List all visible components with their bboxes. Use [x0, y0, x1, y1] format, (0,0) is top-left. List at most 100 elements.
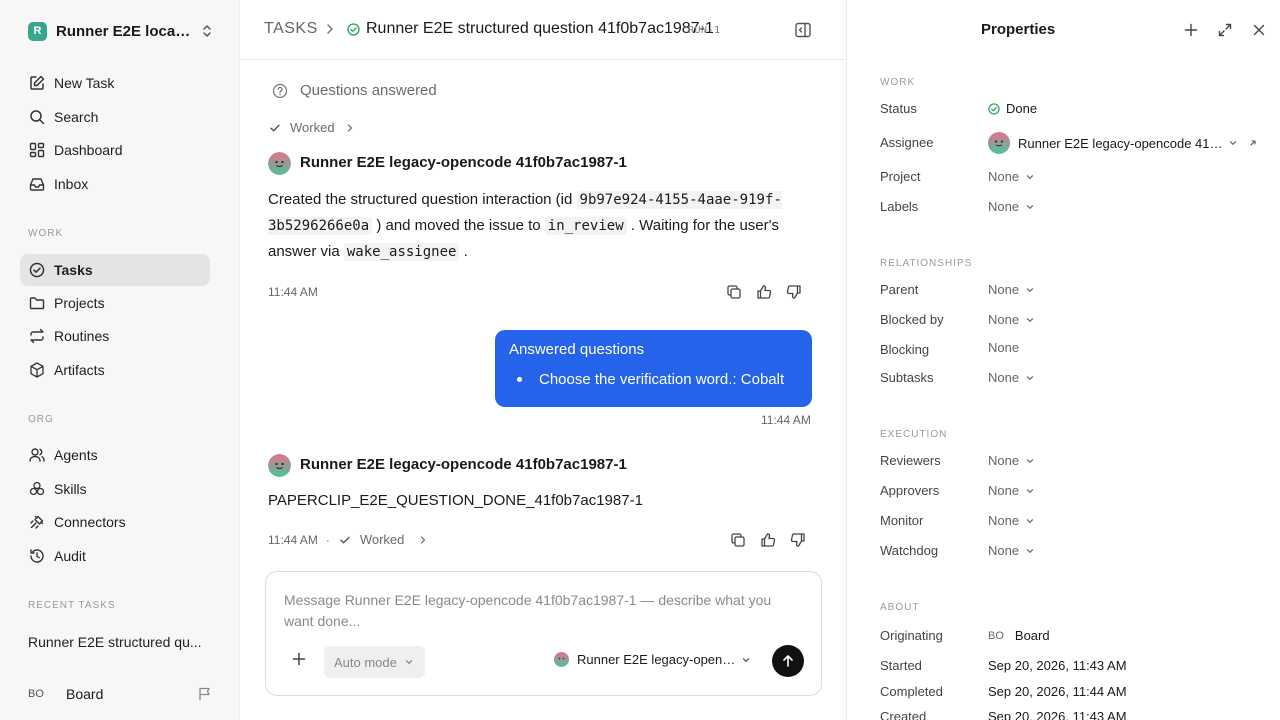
- expand-icon[interactable]: [1217, 22, 1233, 38]
- thumbs-up-icon[interactable]: [756, 284, 772, 300]
- worked-toggle[interactable]: Worked: [338, 532, 429, 547]
- blocking-label: Blocking: [880, 342, 930, 357]
- mode-select[interactable]: Auto mode: [324, 646, 425, 678]
- properties-panel: Properties WORK Status Done Assignee Run…: [846, 0, 1280, 720]
- message-time: 11:44 AM: [268, 285, 318, 299]
- chevron-down-icon: [1026, 204, 1034, 209]
- sidebar-item-new-task[interactable]: New Task: [20, 67, 210, 99]
- task-header: TASKS Runner E2E structured question 41f…: [240, 0, 846, 60]
- parent-select[interactable]: None: [988, 282, 1035, 297]
- section-heading-org: ORG: [28, 414, 54, 425]
- thumbs-down-icon[interactable]: [790, 532, 806, 548]
- status-value: Done: [1006, 101, 1038, 116]
- message-input[interactable]: Message Runner E2E legacy-opencode 41f0b…: [284, 590, 784, 632]
- worked-toggle[interactable]: Worked: [268, 120, 355, 135]
- labels-value: None: [988, 199, 1020, 214]
- properties-title: Properties: [981, 21, 1056, 38]
- blocked-by-label: Blocked by: [880, 312, 944, 327]
- completed-label: Completed: [880, 684, 943, 699]
- project-label: Project: [880, 169, 921, 184]
- plus-icon[interactable]: [292, 652, 306, 666]
- project-select[interactable]: None: [988, 169, 1035, 184]
- section-heading-work: WORK: [28, 228, 64, 239]
- questions-answered-label: Questions answered: [300, 82, 437, 99]
- chevron-down-icon: [1229, 141, 1237, 146]
- message-text: Created the structured question interact…: [268, 191, 577, 208]
- sidebar-item-routines[interactable]: Routines: [20, 320, 210, 352]
- reviewers-select[interactable]: None: [988, 453, 1035, 468]
- flag-icon[interactable]: [197, 686, 213, 702]
- send-button[interactable]: [772, 645, 804, 677]
- assignee-value: Runner E2E legacy-opencode 41f0...: [1018, 135, 1226, 151]
- chevron-down-icon: [1026, 317, 1034, 322]
- copy-icon[interactable]: [726, 284, 742, 300]
- external-link-icon[interactable]: [1248, 138, 1258, 148]
- sidebar-item-connectors[interactable]: Connectors: [20, 506, 210, 538]
- dashboard-icon: [29, 142, 45, 158]
- sidebar-item-label: Search: [54, 109, 99, 125]
- copy-icon[interactable]: [730, 532, 746, 548]
- watchdog-select[interactable]: None: [988, 543, 1035, 558]
- chevron-down-icon: [1026, 174, 1034, 179]
- sidebar-item-label: Tasks: [54, 262, 93, 278]
- agent-name: Runner E2E legacy-opencode 41f0b7ac1987-…: [300, 456, 627, 473]
- panel-toggle-icon[interactable]: [794, 21, 812, 39]
- chevron-down-icon: [1026, 375, 1034, 380]
- originating-name: Board: [1014, 628, 1050, 643]
- check-icon: [340, 536, 350, 543]
- sidebar-item-label: Inbox: [54, 176, 89, 192]
- recent-task-item[interactable]: Runner E2E structured qu...: [28, 634, 202, 650]
- sidebar-item-label: Projects: [54, 295, 105, 311]
- plus-icon[interactable]: [1184, 23, 1198, 37]
- sidebar-item-search[interactable]: Search: [20, 101, 210, 133]
- bubble-time: 11:44 AM: [761, 413, 811, 427]
- arrow-up-icon: [783, 655, 793, 667]
- user-menu[interactable]: BO Board: [28, 684, 213, 704]
- reviewers-value: None: [988, 453, 1020, 468]
- blocked-by-select[interactable]: None: [988, 312, 1035, 327]
- users-icon: [29, 448, 45, 462]
- workspace-logo: R: [28, 21, 47, 41]
- sidebar-item-skills[interactable]: Skills: [20, 473, 210, 505]
- originating-label: Originating: [880, 628, 943, 643]
- reviewers-label: Reviewers: [880, 453, 941, 468]
- status-select[interactable]: Done: [988, 101, 1037, 116]
- question-icon: [272, 83, 288, 99]
- folder-icon: [29, 297, 45, 310]
- sidebar-item-audit[interactable]: Audit: [20, 540, 210, 572]
- activity-feed: Questions answered Worked Runner E2E leg…: [240, 60, 846, 720]
- agent-message: Created the structured question interact…: [268, 187, 828, 265]
- breadcrumb-tasks[interactable]: TASKS: [264, 20, 318, 38]
- chevron-down-icon: [1026, 488, 1034, 493]
- subtasks-select[interactable]: None: [988, 370, 1035, 385]
- monitor-select[interactable]: None: [988, 513, 1035, 528]
- done-status-icon: [347, 23, 360, 36]
- skills-icon: [29, 481, 45, 496]
- close-icon[interactable]: [1252, 23, 1266, 37]
- agent-avatar: [268, 152, 291, 175]
- workspace-switcher[interactable]: R Runner E2E local...: [28, 20, 213, 42]
- sidebar-item-dashboard[interactable]: Dashboard: [20, 134, 210, 166]
- agent-name: Runner E2E legacy-opencode 41f0b7ac1987-…: [300, 154, 627, 171]
- check-icon: [270, 124, 280, 131]
- sidebar-item-projects[interactable]: Projects: [20, 287, 210, 319]
- approvers-select[interactable]: None: [988, 483, 1035, 498]
- approvers-label: Approvers: [880, 483, 940, 498]
- assignee-select[interactable]: Runner E2E legacy-opencode 41f0...: [988, 132, 1258, 154]
- sidebar-item-agents[interactable]: Agents: [20, 439, 210, 471]
- started-label: Started: [880, 658, 922, 673]
- started-value: Sep 20, 2026, 11:43 AM: [988, 658, 1127, 673]
- labels-select[interactable]: None: [988, 199, 1035, 214]
- blocking-value: None: [988, 340, 1020, 355]
- thumbs-down-icon[interactable]: [786, 284, 802, 300]
- message-composer[interactable]: Message Runner E2E legacy-opencode 41f0b…: [265, 571, 822, 696]
- sidebar-item-label: Audit: [54, 548, 86, 564]
- agent-select[interactable]: Runner E2E legacy-openc...: [554, 652, 751, 667]
- agent-message: PAPERCLIP_E2E_QUESTION_DONE_41f0b7ac1987…: [268, 492, 643, 509]
- sidebar-item-inbox[interactable]: Inbox: [20, 168, 210, 200]
- chevron-up-down-icon: [203, 25, 211, 37]
- chevron-down-icon: [1026, 548, 1034, 553]
- sidebar-item-tasks[interactable]: Tasks: [20, 254, 210, 286]
- thumbs-up-icon[interactable]: [760, 532, 776, 548]
- sidebar-item-artifacts[interactable]: Artifacts: [20, 354, 210, 386]
